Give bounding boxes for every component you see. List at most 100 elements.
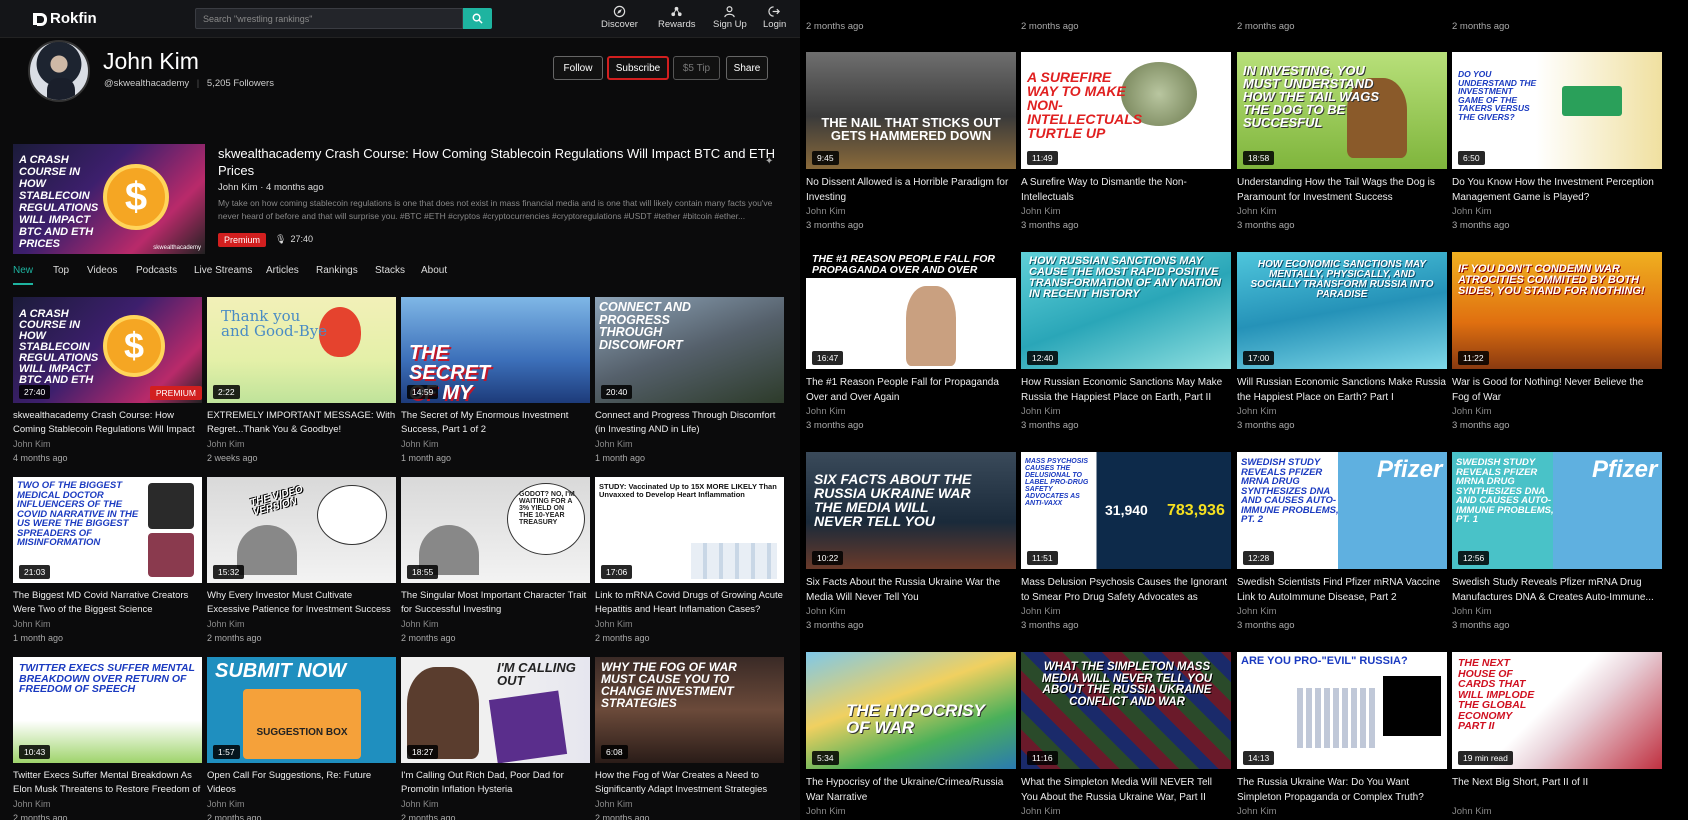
- rokfin-logo[interactable]: Rokfin: [32, 10, 97, 27]
- video-author[interactable]: John Kim: [13, 618, 202, 630]
- video-thumbnail[interactable]: STUDY: Vaccinated Up to 15X MORE LIKELY …: [595, 477, 784, 583]
- video-card[interactable]: Pfizer SWEDISH STUDY REVEALS PFIZER mRNA…: [1452, 452, 1662, 632]
- video-thumbnail[interactable]: 31,940 783,936 MASS PSYCHOSIS CAUSES THE…: [1021, 452, 1231, 569]
- video-title[interactable]: War is Good for Nothing! Never Believe t…: [1452, 375, 1662, 405]
- video-thumbnail[interactable]: GODOT? NO, I'M WAITING FOR A 3% YIELD ON…: [401, 477, 590, 583]
- video-thumbnail[interactable]: TWO OF THE BIGGEST MEDICAL DOCTOR INFLUE…: [13, 477, 202, 583]
- video-author[interactable]: John Kim: [1452, 806, 1662, 818]
- video-thumbnail[interactable]: Pfizer SWEDISH STUDY REVEALS PFIZER mRNA…: [1237, 452, 1447, 569]
- video-author[interactable]: John Kim: [806, 406, 1016, 418]
- video-card[interactable]: I'M CALLING OUT 18:27 I'm Calling Out Ri…: [401, 657, 590, 820]
- video-card[interactable]: HOW RUSSIAN SANCTIONS MAY CAUSE THE MOST…: [1021, 252, 1231, 432]
- nav-login[interactable]: Login: [763, 4, 786, 36]
- tab-about[interactable]: About: [421, 265, 447, 276]
- video-author[interactable]: John Kim: [1452, 206, 1662, 218]
- video-title[interactable]: The #1 Reason People Fall for Propaganda…: [806, 375, 1016, 405]
- subscribe-button[interactable]: Subscribe: [607, 56, 669, 80]
- video-card[interactable]: GODOT? NO, I'M WAITING FOR A 3% YIELD ON…: [401, 477, 590, 644]
- avatar[interactable]: [28, 40, 90, 102]
- video-author[interactable]: John Kim: [401, 438, 590, 450]
- featured-thumbnail[interactable]: $ A CRASH COURSE IN HOW STABLECOIN REGUL…: [13, 144, 205, 254]
- tip-button[interactable]: $5 Tip: [673, 56, 720, 80]
- video-title[interactable]: Swedish Scientists Find Pfizer mRNA Vacc…: [1237, 575, 1447, 605]
- video-card[interactable]: STUDY: Vaccinated Up to 15X MORE LIKELY …: [595, 477, 784, 644]
- video-thumbnail[interactable]: SIX FACTS ABOUT THE RUSSIA UKRAINE WAR T…: [806, 452, 1016, 569]
- video-title[interactable]: The Secret of My Enormous Investment Suc…: [401, 409, 590, 437]
- video-author[interactable]: John Kim: [806, 606, 1016, 618]
- video-thumbnail[interactable]: ARE YOU PRO-"EVIL" RUSSIA? 14:13: [1237, 652, 1447, 769]
- video-author[interactable]: John Kim: [1021, 806, 1231, 818]
- video-author[interactable]: John Kim: [1237, 606, 1447, 618]
- video-card[interactable]: Thank you and Good-Bye 2:22 EXTREMELY IM…: [207, 297, 396, 464]
- tab-rankings[interactable]: Rankings: [316, 265, 358, 276]
- video-title[interactable]: Connect and Progress Through Discomfort …: [595, 409, 784, 437]
- video-thumbnail[interactable]: THE HYPOCRISY OF WAR 5:34: [806, 652, 1016, 769]
- follow-button[interactable]: Follow: [553, 56, 603, 80]
- video-title[interactable]: Swedish Study Reveals Pfizer mRNA Drug M…: [1452, 575, 1662, 605]
- video-thumbnail[interactable]: DO YOU UNDERSTAND THE INVESTMENT GAME OF…: [1452, 52, 1662, 169]
- pin-icon[interactable]: ✦: [765, 156, 773, 167]
- video-thumbnail[interactable]: THE SECRET OF MY SUCCESS 14:59: [401, 297, 590, 403]
- video-title[interactable]: Understanding How the Tail Wags the Dog …: [1237, 175, 1447, 205]
- share-button[interactable]: Share: [726, 56, 768, 80]
- tab-new[interactable]: New: [13, 265, 33, 276]
- video-title[interactable]: The Russia Ukraine War: Do You Want Simp…: [1237, 775, 1447, 805]
- tab-articles[interactable]: Articles: [266, 265, 299, 276]
- video-thumbnail[interactable]: WHAT THE SIMPLETON MASS MEDIA WILL NEVER…: [1021, 652, 1231, 769]
- video-author[interactable]: John Kim: [595, 618, 784, 630]
- nav-discover[interactable]: Discover: [601, 4, 638, 36]
- tab-podcasts[interactable]: Podcasts: [136, 265, 177, 276]
- video-thumbnail[interactable]: A SUREFIRE WAY TO MAKE NON-INTELLECTUALS…: [1021, 52, 1231, 169]
- video-card[interactable]: TWO OF THE BIGGEST MEDICAL DOCTOR INFLUE…: [13, 477, 202, 644]
- video-author[interactable]: John Kim: [806, 806, 1016, 818]
- video-card[interactable]: THE SECRET OF MY SUCCESS 14:59 The Secre…: [401, 297, 590, 464]
- video-title[interactable]: The Next Big Short, Part II of II: [1452, 775, 1662, 805]
- video-thumbnail[interactable]: HOW RUSSIAN SANCTIONS MAY CAUSE THE MOST…: [1021, 252, 1231, 369]
- video-author[interactable]: John Kim: [595, 438, 784, 450]
- video-card[interactable]: A SUREFIRE WAY TO MAKE NON-INTELLECTUALS…: [1021, 52, 1231, 232]
- video-title[interactable]: I'm Calling Out Rich Dad, Poor Dad for P…: [401, 769, 590, 797]
- nav-rewards[interactable]: Rewards: [658, 4, 696, 36]
- video-card[interactable]: $ A CRASH COURSE IN HOW STABLECOIN REGUL…: [13, 297, 202, 464]
- video-thumbnail[interactable]: WHY THE FOG OF WAR MUST CAUSE YOU TO CHA…: [595, 657, 784, 763]
- video-card[interactable]: THE VIDEO VERSION 15:32 Why Every Invest…: [207, 477, 396, 644]
- video-author[interactable]: John Kim: [207, 438, 396, 450]
- video-title[interactable]: A Surefire Way to Dismantle the Non-Inte…: [1021, 175, 1231, 205]
- search-button[interactable]: [463, 8, 492, 29]
- video-title[interactable]: EXTREMELY IMPORTANT MESSAGE: With Regret…: [207, 409, 396, 437]
- tab-live-streams[interactable]: Live Streams: [194, 265, 252, 276]
- video-thumbnail[interactable]: Thank you and Good-Bye 2:22: [207, 297, 396, 403]
- tab-videos[interactable]: Videos: [87, 265, 117, 276]
- video-card[interactable]: 31,940 783,936 MASS PSYCHOSIS CAUSES THE…: [1021, 452, 1231, 632]
- video-title[interactable]: skwealthacademy Crash Course: How Coming…: [13, 409, 202, 437]
- video-card[interactable]: THE HYPOCRISY OF WAR 5:34 The Hypocrisy …: [806, 652, 1016, 820]
- tab-stacks[interactable]: Stacks: [375, 265, 405, 276]
- video-title[interactable]: No Dissent Allowed is a Horrible Paradig…: [806, 175, 1016, 205]
- featured-video[interactable]: $ A CRASH COURSE IN HOW STABLECOIN REGUL…: [0, 138, 807, 256]
- video-title[interactable]: Why Every Investor Must Cultivate Excess…: [207, 589, 396, 617]
- video-title[interactable]: Mass Delusion Psychosis Causes the Ignor…: [1021, 575, 1231, 605]
- video-card[interactable]: IF YOU DON'T CONDEMN WAR ATROCITIES COMM…: [1452, 252, 1662, 432]
- video-card[interactable]: THE NEXT HOUSE OF CARDS THAT WILL IMPLOD…: [1452, 652, 1662, 820]
- video-thumbnail[interactable]: THE NAIL THAT STICKS OUT GETS HAMMERED D…: [806, 52, 1016, 169]
- video-thumbnail[interactable]: THE #1 REASON PEOPLE FALL FOR PROPAGANDA…: [806, 252, 1016, 369]
- video-card[interactable]: WHY THE FOG OF WAR MUST CAUSE YOU TO CHA…: [595, 657, 784, 820]
- video-card[interactable]: HOW ECONOMIC SANCTIONS MAY MENTALLY, PHY…: [1237, 252, 1447, 432]
- video-card[interactable]: THE NAIL THAT STICKS OUT GETS HAMMERED D…: [806, 52, 1016, 232]
- video-title[interactable]: Twitter Execs Suffer Mental Breakdown As…: [13, 769, 202, 797]
- search-input[interactable]: [195, 8, 463, 29]
- video-title[interactable]: Six Facts About the Russia Ukraine War t…: [806, 575, 1016, 605]
- video-card[interactable]: SIX FACTS ABOUT THE RUSSIA UKRAINE WAR T…: [806, 452, 1016, 632]
- video-title[interactable]: The Biggest MD Covid Narrative Creators …: [13, 589, 202, 617]
- video-author[interactable]: John Kim: [207, 618, 396, 630]
- video-card[interactable]: SUGGESTION BOX SUBMIT NOW 1:57 Open Call…: [207, 657, 396, 820]
- video-author[interactable]: John Kim: [1021, 606, 1231, 618]
- video-thumbnail[interactable]: SUGGESTION BOX SUBMIT NOW 1:57: [207, 657, 396, 763]
- video-thumbnail[interactable]: $ A CRASH COURSE IN HOW STABLECOIN REGUL…: [13, 297, 202, 403]
- video-author[interactable]: John Kim: [401, 618, 590, 630]
- video-card[interactable]: IN INVESTING, YOU MUST UNDERSTAND HOW TH…: [1237, 52, 1447, 232]
- video-card[interactable]: DO YOU UNDERSTAND THE INVESTMENT GAME OF…: [1452, 52, 1662, 232]
- video-title[interactable]: The Singular Most Important Character Tr…: [401, 589, 590, 617]
- video-title[interactable]: Do You Know How the Investment Perceptio…: [1452, 175, 1662, 205]
- video-thumbnail[interactable]: CONNECT AND PROGRESS THROUGH DISCOMFORT …: [595, 297, 784, 403]
